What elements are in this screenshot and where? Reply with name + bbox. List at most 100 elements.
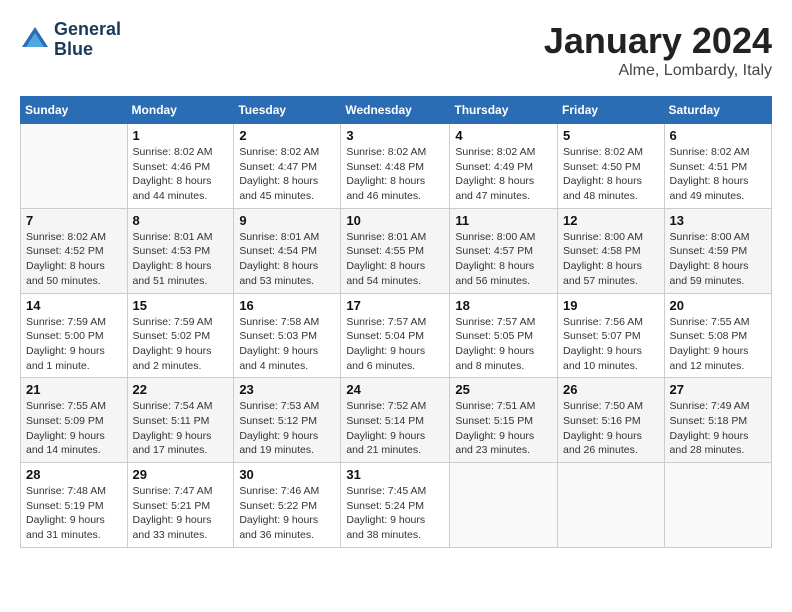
day-info: Sunrise: 7:50 AM Sunset: 5:16 PM Dayligh…: [563, 399, 659, 458]
page-header: General Blue January 2024 Alme, Lombardy…: [20, 20, 772, 80]
day-number: 11: [455, 213, 552, 228]
day-cell: 22 Sunrise: 7:54 AM Sunset: 5:11 PM Dayli…: [127, 378, 234, 463]
day-number: 22: [133, 382, 229, 397]
header-cell-thursday: Thursday: [450, 97, 558, 124]
day-cell: 4Sunrise: 8:02 AM Sunset: 4:49 PM Daylig…: [450, 124, 558, 209]
logo-line2: Blue: [54, 40, 121, 60]
day-number: 16: [239, 298, 335, 313]
day-cell: 19 Sunrise: 7:56 AM Sunset: 5:07 PM Dayli…: [558, 293, 665, 378]
day-number: 28: [26, 467, 122, 482]
title-block: January 2024 Alme, Lombardy, Italy: [544, 20, 772, 80]
week-row-3: 14 Sunrise: 7:59 AM Sunset: 5:00 PM Dayli…: [21, 293, 772, 378]
logo-line1: General: [54, 20, 121, 40]
day-cell: 27 Sunrise: 7:49 AM Sunset: 5:18 PM Dayli…: [664, 378, 771, 463]
calendar-table: SundayMondayTuesdayWednesdayThursdayFrid…: [20, 96, 772, 548]
day-number: 18: [455, 298, 552, 313]
day-info: Sunrise: 7:47 AM Sunset: 5:21 PM Dayligh…: [133, 484, 229, 543]
day-number: 12: [563, 213, 659, 228]
day-cell: 18Sunrise: 7:57 AM Sunset: 5:05 PM Dayli…: [450, 293, 558, 378]
day-number: 21: [26, 382, 122, 397]
day-info: Sunrise: 8:02 AM Sunset: 4:51 PM Dayligh…: [670, 145, 766, 204]
day-info: Sunrise: 7:55 AM Sunset: 5:09 PM Dayligh…: [26, 399, 122, 458]
day-number: 7: [26, 213, 122, 228]
day-number: 1: [133, 128, 229, 143]
sub-title: Alme, Lombardy, Italy: [544, 62, 772, 80]
day-cell: 29 Sunrise: 7:47 AM Sunset: 5:21 PM Dayli…: [127, 463, 234, 548]
main-title: January 2024: [544, 20, 772, 62]
day-cell: 24 Sunrise: 7:52 AM Sunset: 5:14 PM Dayli…: [341, 378, 450, 463]
day-cell: 21 Sunrise: 7:55 AM Sunset: 5:09 PM Dayli…: [21, 378, 128, 463]
day-info: Sunrise: 7:59 AM Sunset: 5:00 PM Dayligh…: [26, 315, 122, 374]
day-cell: 17 Sunrise: 7:57 AM Sunset: 5:04 PM Dayli…: [341, 293, 450, 378]
day-info: Sunrise: 8:01 AM Sunset: 4:53 PM Dayligh…: [133, 230, 229, 289]
day-info: Sunrise: 8:01 AM Sunset: 4:55 PM Dayligh…: [346, 230, 444, 289]
day-cell: 11 Sunrise: 8:00 AM Sunset: 4:57 PM Dayli…: [450, 208, 558, 293]
day-cell: 6 Sunrise: 8:02 AM Sunset: 4:51 PM Daylig…: [664, 124, 771, 209]
calendar-body: 1 Sunrise: 8:02 AM Sunset: 4:46 PM Daylig…: [21, 124, 772, 548]
day-info: Sunrise: 7:58 AM Sunset: 5:03 PM Dayligh…: [239, 315, 335, 374]
day-number: 31: [346, 467, 444, 482]
day-number: 19: [563, 298, 659, 313]
day-info: Sunrise: 7:52 AM Sunset: 5:14 PM Dayligh…: [346, 399, 444, 458]
day-cell: 20Sunrise: 7:55 AM Sunset: 5:08 PM Dayli…: [664, 293, 771, 378]
day-info: Sunrise: 7:56 AM Sunset: 5:07 PM Dayligh…: [563, 315, 659, 374]
day-info: Sunrise: 8:00 AM Sunset: 4:57 PM Dayligh…: [455, 230, 552, 289]
day-cell: 25Sunrise: 7:51 AM Sunset: 5:15 PM Dayli…: [450, 378, 558, 463]
calendar-header: SundayMondayTuesdayWednesdayThursdayFrid…: [21, 97, 772, 124]
day-cell: 16 Sunrise: 7:58 AM Sunset: 5:03 PM Dayli…: [234, 293, 341, 378]
day-cell: 31 Sunrise: 7:45 AM Sunset: 5:24 PM Dayli…: [341, 463, 450, 548]
day-info: Sunrise: 8:02 AM Sunset: 4:46 PM Dayligh…: [133, 145, 229, 204]
day-cell: 1 Sunrise: 8:02 AM Sunset: 4:46 PM Daylig…: [127, 124, 234, 209]
day-cell: 9Sunrise: 8:01 AM Sunset: 4:54 PM Daylig…: [234, 208, 341, 293]
day-cell: 12 Sunrise: 8:00 AM Sunset: 4:58 PM Dayli…: [558, 208, 665, 293]
day-info: Sunrise: 7:45 AM Sunset: 5:24 PM Dayligh…: [346, 484, 444, 543]
logo: General Blue: [20, 20, 121, 60]
day-cell: 26 Sunrise: 7:50 AM Sunset: 5:16 PM Dayli…: [558, 378, 665, 463]
day-number: 6: [670, 128, 766, 143]
day-number: 29: [133, 467, 229, 482]
day-number: 4: [455, 128, 552, 143]
day-cell: [450, 463, 558, 548]
day-info: Sunrise: 7:46 AM Sunset: 5:22 PM Dayligh…: [239, 484, 335, 543]
day-info: Sunrise: 8:02 AM Sunset: 4:50 PM Dayligh…: [563, 145, 659, 204]
day-number: 17: [346, 298, 444, 313]
header-cell-sunday: Sunday: [21, 97, 128, 124]
day-number: 13: [670, 213, 766, 228]
header-row: SundayMondayTuesdayWednesdayThursdayFrid…: [21, 97, 772, 124]
day-info: Sunrise: 8:02 AM Sunset: 4:52 PM Dayligh…: [26, 230, 122, 289]
header-cell-tuesday: Tuesday: [234, 97, 341, 124]
day-info: Sunrise: 7:49 AM Sunset: 5:18 PM Dayligh…: [670, 399, 766, 458]
week-row-2: 7 Sunrise: 8:02 AM Sunset: 4:52 PM Daylig…: [21, 208, 772, 293]
header-cell-friday: Friday: [558, 97, 665, 124]
header-cell-saturday: Saturday: [664, 97, 771, 124]
day-number: 26: [563, 382, 659, 397]
day-number: 14: [26, 298, 122, 313]
day-number: 23: [239, 382, 335, 397]
day-number: 24: [346, 382, 444, 397]
day-info: Sunrise: 7:53 AM Sunset: 5:12 PM Dayligh…: [239, 399, 335, 458]
week-row-1: 1 Sunrise: 8:02 AM Sunset: 4:46 PM Daylig…: [21, 124, 772, 209]
day-cell: 10Sunrise: 8:01 AM Sunset: 4:55 PM Dayli…: [341, 208, 450, 293]
day-cell: 3Sunrise: 8:02 AM Sunset: 4:48 PM Daylig…: [341, 124, 450, 209]
day-info: Sunrise: 8:00 AM Sunset: 4:59 PM Dayligh…: [670, 230, 766, 289]
day-info: Sunrise: 7:54 AM Sunset: 5:11 PM Dayligh…: [133, 399, 229, 458]
header-cell-monday: Monday: [127, 97, 234, 124]
day-number: 30: [239, 467, 335, 482]
day-info: Sunrise: 8:00 AM Sunset: 4:58 PM Dayligh…: [563, 230, 659, 289]
day-number: 25: [455, 382, 552, 397]
day-cell: 8Sunrise: 8:01 AM Sunset: 4:53 PM Daylig…: [127, 208, 234, 293]
day-cell: 14 Sunrise: 7:59 AM Sunset: 5:00 PM Dayli…: [21, 293, 128, 378]
day-info: Sunrise: 7:55 AM Sunset: 5:08 PM Dayligh…: [670, 315, 766, 374]
logo-icon: [20, 25, 50, 55]
day-cell: 30 Sunrise: 7:46 AM Sunset: 5:22 PM Dayli…: [234, 463, 341, 548]
day-cell: 15Sunrise: 7:59 AM Sunset: 5:02 PM Dayli…: [127, 293, 234, 378]
day-cell: 13 Sunrise: 8:00 AM Sunset: 4:59 PM Dayli…: [664, 208, 771, 293]
day-number: 9: [239, 213, 335, 228]
day-number: 27: [670, 382, 766, 397]
day-info: Sunrise: 7:59 AM Sunset: 5:02 PM Dayligh…: [133, 315, 229, 374]
week-row-4: 21 Sunrise: 7:55 AM Sunset: 5:09 PM Dayli…: [21, 378, 772, 463]
day-cell: 7 Sunrise: 8:02 AM Sunset: 4:52 PM Daylig…: [21, 208, 128, 293]
day-info: Sunrise: 7:57 AM Sunset: 5:04 PM Dayligh…: [346, 315, 444, 374]
day-cell: [558, 463, 665, 548]
logo-text: General Blue: [54, 20, 121, 60]
